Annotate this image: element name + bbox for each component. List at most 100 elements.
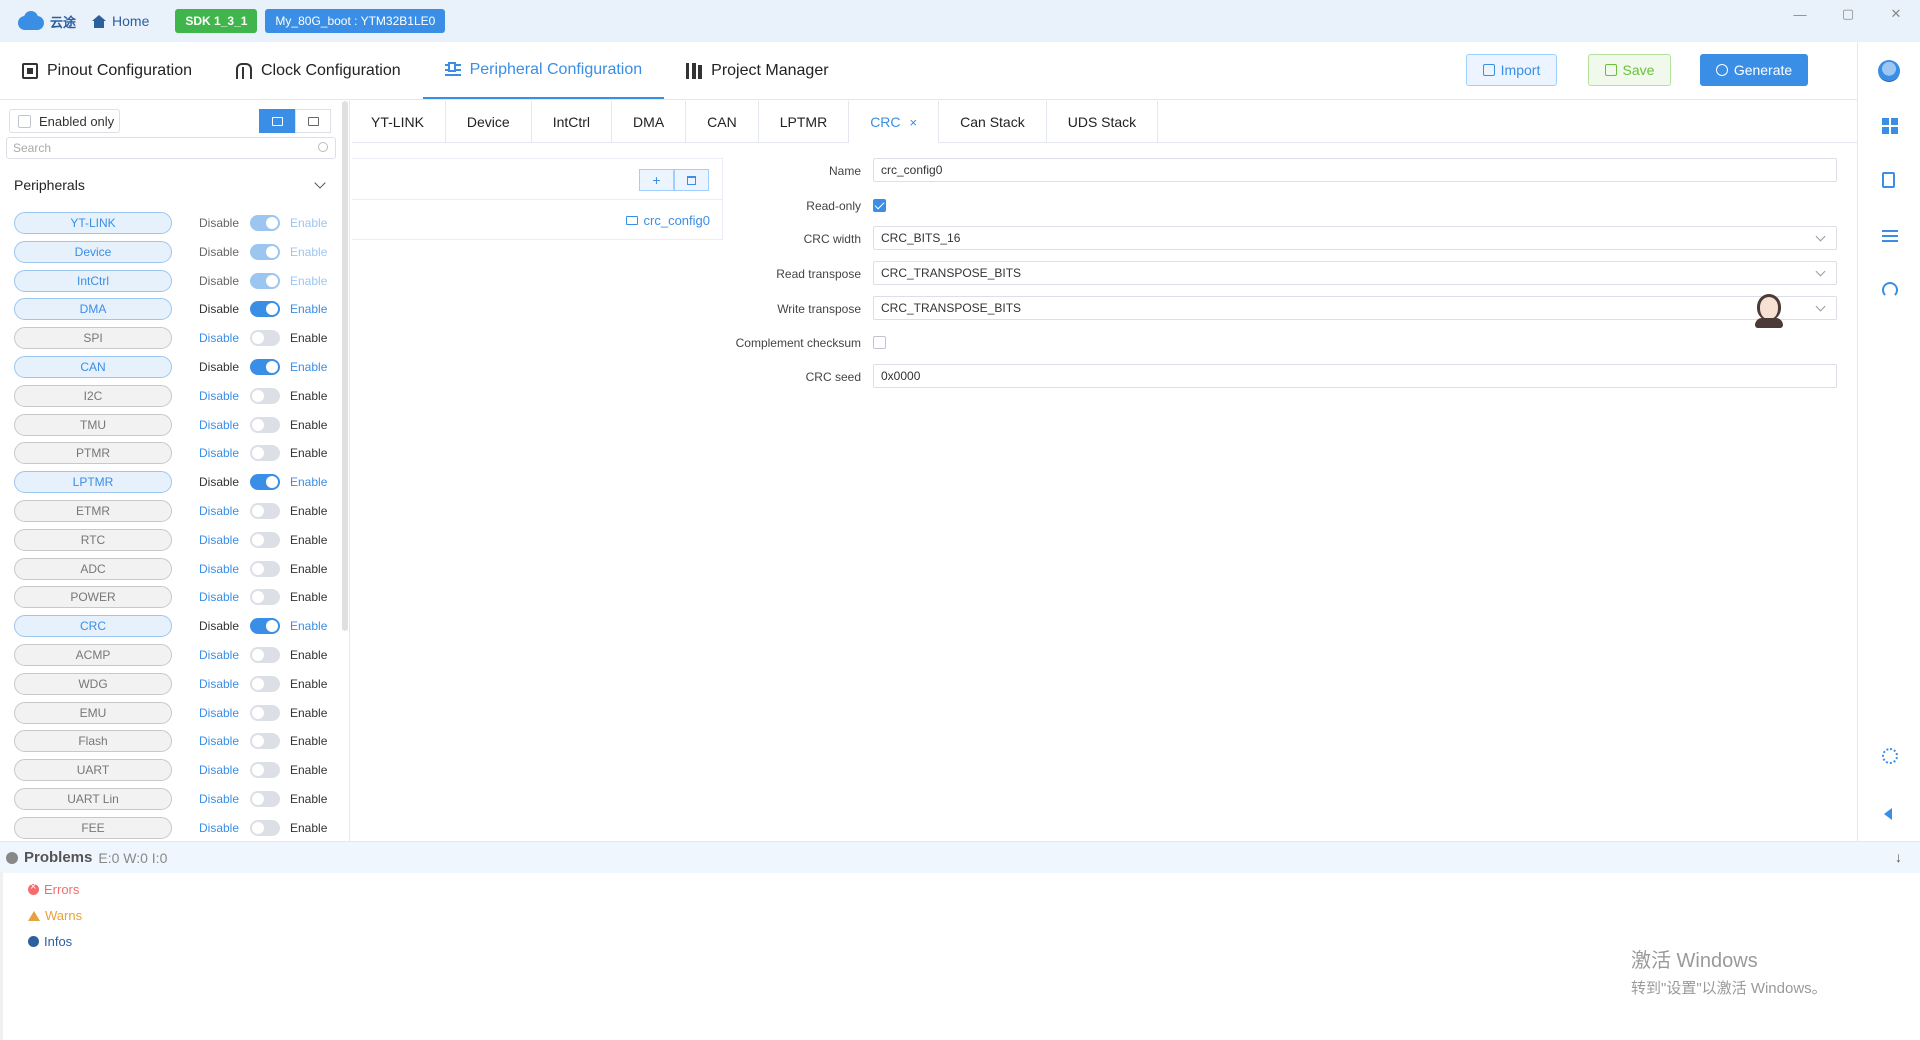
peripheral-name-button[interactable]: PTMR — [14, 442, 172, 465]
subtab-yt-link[interactable]: YT-LINK — [352, 101, 446, 143]
peripheral-toggle[interactable] — [250, 646, 280, 663]
minimize-button[interactable]: — — [1776, 0, 1824, 28]
peripheral-toggle[interactable] — [250, 330, 280, 347]
disable-label[interactable]: Disable — [199, 446, 239, 460]
peripherals-section-header[interactable]: Peripherals — [14, 177, 330, 193]
folder-view-button[interactable] — [259, 109, 295, 133]
peripheral-toggle[interactable] — [250, 272, 280, 289]
peripheral-toggle[interactable] — [250, 387, 280, 404]
read-transpose-select[interactable]: CRC_TRANSPOSE_BITS — [873, 261, 1837, 285]
peripheral-toggle[interactable] — [250, 560, 280, 577]
enable-label[interactable]: Enable — [290, 706, 327, 720]
peripheral-toggle[interactable] — [250, 474, 280, 491]
tab-clock-configuration[interactable]: Clock Configuration — [214, 42, 423, 99]
enable-label[interactable]: Enable — [290, 274, 327, 288]
enable-label[interactable]: Enable — [290, 418, 327, 432]
peripheral-toggle[interactable] — [250, 215, 280, 231]
enable-label[interactable]: Enable — [290, 562, 327, 576]
tab-peripheral-configuration[interactable]: Peripheral Configuration — [422, 42, 665, 99]
disable-label[interactable]: Disable — [199, 677, 239, 691]
peripheral-name-button[interactable]: DMA — [14, 298, 172, 321]
disable-label[interactable]: Disable — [199, 619, 239, 633]
peripheral-toggle[interactable] — [250, 445, 280, 462]
peripheral-toggle[interactable] — [250, 675, 280, 692]
tab-pinout-configuration[interactable]: Pinout Configuration — [0, 42, 214, 99]
tab-project-manager[interactable]: Project Manager — [664, 42, 850, 99]
disable-label[interactable]: Disable — [199, 331, 239, 345]
peripheral-toggle[interactable] — [250, 531, 280, 548]
readonly-checkbox[interactable] — [873, 199, 886, 212]
subtab-device[interactable]: Device — [446, 101, 532, 143]
enable-label[interactable]: Enable — [290, 331, 327, 345]
peripheral-toggle[interactable] — [250, 704, 280, 721]
peripheral-name-button[interactable]: ACMP — [14, 643, 172, 666]
peripheral-name-button[interactable]: LPTMR — [14, 471, 172, 494]
peripheral-name-button[interactable]: RTC — [14, 528, 172, 551]
enable-label[interactable]: Enable — [290, 648, 327, 662]
peripheral-name-button[interactable]: CAN — [14, 355, 172, 378]
subtab-can[interactable]: CAN — [686, 101, 759, 143]
name-input[interactable]: crc_config0 — [873, 158, 1837, 182]
enable-label[interactable]: Enable — [290, 590, 327, 604]
disable-label[interactable]: Disable — [199, 706, 239, 720]
peripheral-name-button[interactable]: YT-LINK — [14, 212, 172, 234]
disable-label[interactable]: Disable — [199, 418, 239, 432]
peripheral-name-button[interactable]: TMU — [14, 413, 172, 436]
gear-icon[interactable] — [1882, 748, 1898, 764]
enable-label[interactable]: Enable — [290, 734, 327, 748]
enabled-only-checkbox[interactable]: Enabled only — [9, 109, 120, 133]
peripheral-toggle[interactable] — [250, 358, 280, 375]
peripheral-name-button[interactable]: Flash — [14, 730, 172, 753]
enable-label[interactable]: Enable — [290, 504, 327, 518]
crc-width-select[interactable]: CRC_BITS_16 — [873, 226, 1837, 250]
peripheral-name-button[interactable]: UART Lin — [14, 787, 172, 810]
subtab-crc[interactable]: CRC × — [849, 101, 940, 143]
peripheral-toggle[interactable] — [250, 618, 280, 635]
home-button[interactable]: Home — [92, 13, 149, 29]
collapse-arrow-icon[interactable] — [1884, 808, 1892, 820]
disable-label[interactable]: Disable — [199, 475, 239, 489]
disable-label[interactable]: Disable — [199, 389, 239, 403]
enable-label[interactable]: Enable — [290, 821, 327, 835]
enable-label[interactable]: Enable — [290, 360, 327, 374]
disable-label[interactable]: Disable — [199, 245, 239, 259]
subtab-lptmr[interactable]: LPTMR — [759, 101, 850, 143]
peripheral-name-button[interactable]: I2C — [14, 384, 172, 407]
enable-label[interactable]: Enable — [290, 792, 327, 806]
sliders-icon[interactable] — [1882, 228, 1898, 244]
disable-label[interactable]: Disable — [199, 792, 239, 806]
peripheral-name-button[interactable]: UART — [14, 759, 172, 782]
peripheral-name-button[interactable]: IntCtrl — [14, 269, 172, 292]
enable-label[interactable]: Enable — [290, 763, 327, 777]
write-transpose-select[interactable]: CRC_TRANSPOSE_BITS — [873, 296, 1837, 320]
peripheral-toggle[interactable] — [250, 790, 280, 807]
enable-label[interactable]: Enable — [290, 533, 327, 547]
peripheral-name-button[interactable]: WDG — [14, 672, 172, 695]
subtab-can-stack[interactable]: Can Stack — [939, 101, 1047, 143]
peripheral-name-button[interactable]: ADC — [14, 557, 172, 580]
disable-label[interactable]: Disable — [199, 648, 239, 662]
subtab-dma[interactable]: DMA — [612, 101, 687, 143]
disable-label[interactable]: Disable — [199, 533, 239, 547]
assistant-avatar-icon[interactable] — [1753, 290, 1785, 330]
enable-label[interactable]: Enable — [290, 389, 327, 403]
disable-label[interactable]: Disable — [199, 216, 239, 230]
enable-label[interactable]: Enable — [290, 475, 327, 489]
grid-icon[interactable] — [1882, 118, 1898, 134]
peripheral-toggle[interactable] — [250, 819, 280, 836]
peripheral-name-button[interactable]: CRC — [14, 615, 172, 638]
peripheral-name-button[interactable]: SPI — [14, 327, 172, 350]
disable-label[interactable]: Disable — [199, 763, 239, 777]
disable-label[interactable]: Disable — [199, 274, 239, 288]
disable-label[interactable]: Disable — [199, 734, 239, 748]
peripheral-name-button[interactable]: ETMR — [14, 499, 172, 522]
peripheral-name-button[interactable]: POWER — [14, 586, 172, 609]
enable-label[interactable]: Enable — [290, 302, 327, 316]
peripheral-name-button[interactable]: EMU — [14, 701, 172, 724]
config-item[interactable]: crc_config0 — [625, 213, 710, 228]
peripheral-name-button[interactable]: Device — [14, 240, 172, 263]
infos-item[interactable]: Infos — [28, 934, 72, 949]
peripheral-toggle[interactable] — [250, 502, 280, 519]
disable-label[interactable]: Disable — [199, 562, 239, 576]
support-headset-icon[interactable] — [1882, 282, 1898, 298]
